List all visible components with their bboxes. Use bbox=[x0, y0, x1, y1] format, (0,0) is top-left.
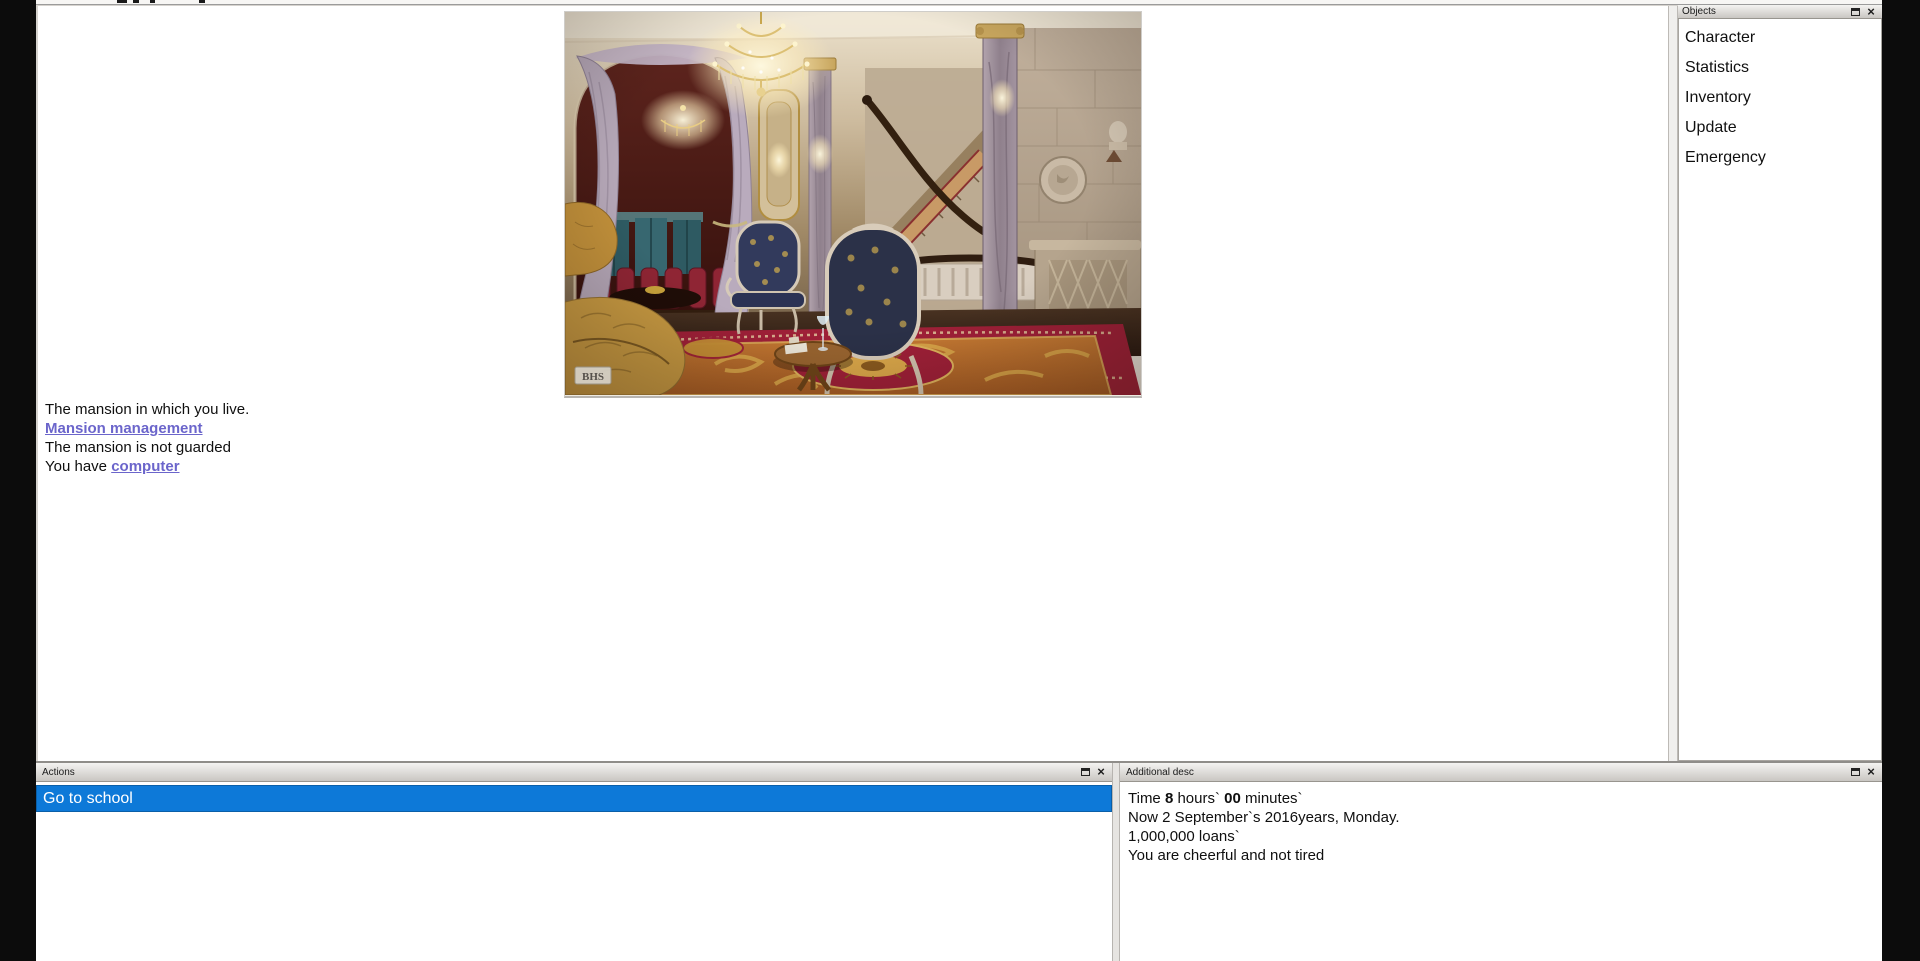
text-segment: The mansion is not guarded bbox=[45, 439, 231, 456]
additional-desc-panel: Additional desc × Time 8 hours` 00 minut… bbox=[1120, 763, 1882, 961]
panel-splitter-vertical[interactable] bbox=[1112, 763, 1120, 961]
additional-panel-title: Additional desc bbox=[1126, 767, 1846, 778]
float-icon-glyph bbox=[1851, 768, 1860, 776]
text-segment: hours` bbox=[1173, 790, 1224, 807]
cropped-menu-bar bbox=[36, 0, 1882, 5]
mansion-photo-art: BHS bbox=[565, 12, 1141, 395]
float-window-icon[interactable] bbox=[1848, 6, 1862, 18]
text-line: Mansion management bbox=[45, 419, 1668, 438]
objects-list-item[interactable]: Emergency bbox=[1679, 143, 1881, 173]
float-window-icon[interactable] bbox=[1848, 766, 1862, 778]
objects-list-item[interactable]: Inventory bbox=[1679, 83, 1881, 113]
objects-list-item[interactable]: Statistics bbox=[1679, 53, 1881, 83]
text-line: Time 8 hours` 00 minutes` bbox=[1128, 789, 1882, 808]
main-text-panel: BHS The mansion in which you live. Mansio… bbox=[38, 6, 1668, 761]
close-icon[interactable]: × bbox=[1864, 766, 1878, 778]
actions-panel: Actions × Go to school bbox=[36, 763, 1112, 961]
action-item[interactable]: Go to school bbox=[36, 785, 1112, 812]
actions-panel-title: Actions bbox=[42, 767, 1076, 778]
text-line: 1,000,000 loans` bbox=[1128, 827, 1882, 846]
objects-list-item[interactable]: Update bbox=[1679, 113, 1881, 143]
location-photo: BHS bbox=[564, 11, 1142, 398]
game-link[interactable]: Mansion management bbox=[45, 420, 203, 437]
text-segment: 1,000,000 loans` bbox=[1128, 828, 1240, 845]
float-icon-glyph bbox=[1081, 768, 1090, 776]
text-line: You have computer bbox=[45, 457, 1668, 476]
float-icon-glyph bbox=[1851, 8, 1860, 16]
text-segment: 00 bbox=[1224, 790, 1241, 807]
svg-text:BHS: BHS bbox=[582, 371, 604, 383]
text-segment: Now 2 September`s 2016years, Monday. bbox=[1128, 809, 1400, 826]
cropped-menu-text bbox=[133, 0, 139, 3]
text-line: The mansion is not guarded bbox=[45, 438, 1668, 457]
objects-panel-title: Objects bbox=[1682, 6, 1846, 17]
text-segment: minutes` bbox=[1241, 790, 1303, 807]
photo-watermark: BHS bbox=[575, 367, 611, 384]
text-segment: Time bbox=[1128, 790, 1165, 807]
actions-panel-header: Actions × bbox=[36, 763, 1112, 782]
objects-panel: Objects × CharacterStatisticsInventoryUp… bbox=[1678, 5, 1882, 761]
panel-splitter-vertical[interactable] bbox=[1668, 6, 1678, 761]
objects-list-item[interactable]: Character bbox=[1679, 23, 1881, 53]
game-link[interactable]: computer bbox=[111, 458, 179, 475]
close-icon[interactable]: × bbox=[1864, 6, 1878, 18]
objects-list: CharacterStatisticsInventoryUpdateEmerge… bbox=[1678, 19, 1882, 761]
cropped-menu-text bbox=[150, 0, 155, 3]
float-window-icon[interactable] bbox=[1078, 766, 1092, 778]
location-description: The mansion in which you live. Mansion ma… bbox=[45, 400, 1668, 476]
actions-list: Go to school bbox=[36, 782, 1112, 958]
objects-panel-header: Objects × bbox=[1678, 5, 1882, 19]
additional-desc-text: Time 8 hours` 00 minutes`Now 2 September… bbox=[1120, 782, 1882, 958]
desktop-background: { "window": { "background_color": "#0c0c… bbox=[0, 0, 1920, 961]
close-icon[interactable]: × bbox=[1094, 766, 1108, 778]
text-segment: You have bbox=[45, 458, 111, 475]
cropped-menu-text bbox=[117, 0, 127, 3]
cropped-menu-text bbox=[199, 0, 205, 3]
additional-panel-header: Additional desc × bbox=[1120, 763, 1882, 782]
text-line: Now 2 September`s 2016years, Monday. bbox=[1128, 808, 1882, 827]
text-line: The mansion in which you live. bbox=[45, 400, 1668, 419]
text-segment: You are cheerful and not tired bbox=[1128, 847, 1324, 864]
text-segment: The mansion in which you live. bbox=[45, 401, 249, 418]
text-line: You are cheerful and not tired bbox=[1128, 846, 1882, 865]
